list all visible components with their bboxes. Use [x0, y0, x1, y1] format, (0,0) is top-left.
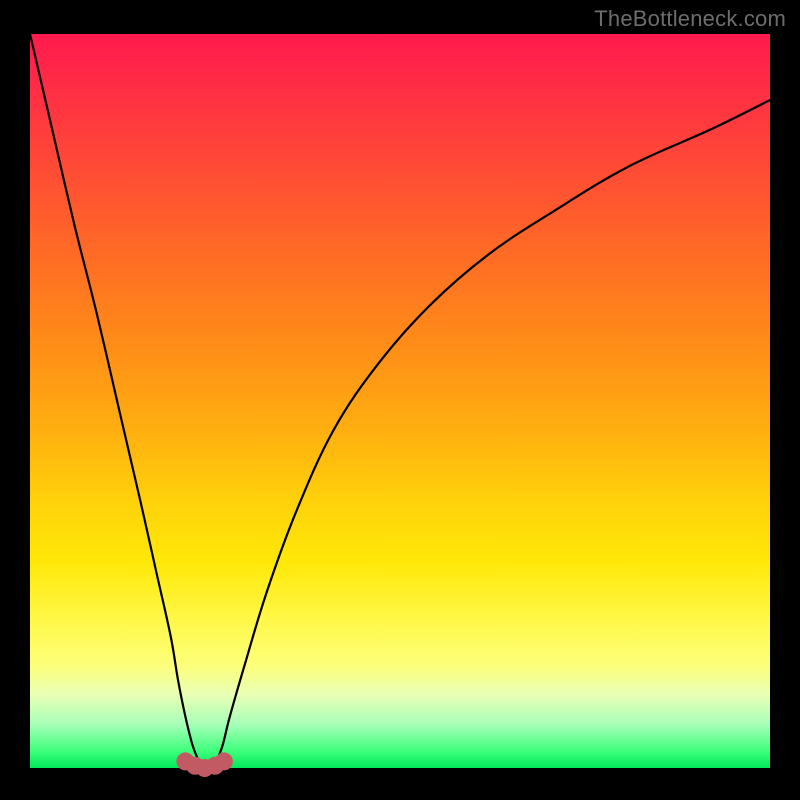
plot-area [30, 34, 770, 768]
curve-layer [30, 34, 770, 768]
valley-markers [176, 752, 232, 777]
curve-right-branch [215, 100, 770, 764]
valley-marker-dot [215, 752, 233, 770]
watermark-text: TheBottleneck.com [594, 6, 786, 32]
chart-frame: TheBottleneck.com [0, 0, 800, 800]
curve-left-branch [30, 34, 200, 764]
